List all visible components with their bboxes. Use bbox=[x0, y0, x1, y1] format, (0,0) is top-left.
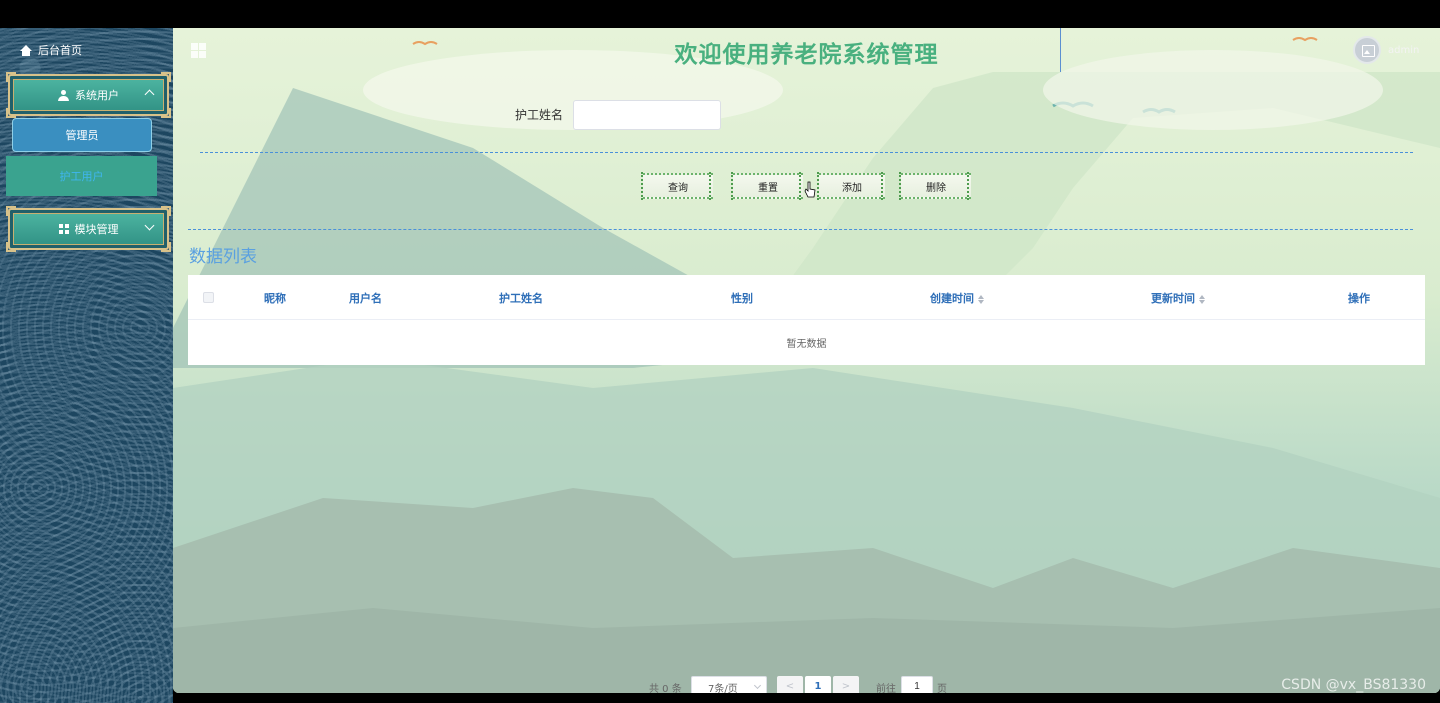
pointer-cursor-icon bbox=[804, 181, 816, 198]
header: 欢迎使用养老院系统管理 admin bbox=[173, 28, 1440, 72]
goto-page-input[interactable] bbox=[901, 676, 933, 693]
sidebar-menu-label: 模块管理 bbox=[74, 223, 119, 236]
username[interactable]: admin bbox=[1388, 45, 1419, 56]
page-size-value: 7条/页 bbox=[708, 684, 738, 693]
sidebar: 后台首页 系统用户 管理员 护工用户 模块管理 bbox=[0, 28, 173, 703]
current-page-number[interactable]: 1 bbox=[805, 676, 831, 693]
column-header-label: 创建时间 bbox=[930, 292, 974, 305]
page-unit-label: 页 bbox=[937, 684, 947, 693]
select-all-checkbox[interactable] bbox=[203, 292, 214, 303]
column-header-nickname: 昵称 bbox=[264, 292, 286, 305]
grid-icon bbox=[58, 224, 69, 234]
search-label: 护工姓名 bbox=[515, 108, 564, 122]
sidebar-item-admin[interactable]: 管理员 bbox=[12, 118, 152, 152]
sidebar-menu-module-management[interactable]: 模块管理 bbox=[6, 206, 171, 252]
column-header-label: 更新时间 bbox=[1151, 292, 1195, 305]
delete-button[interactable]: 删除 bbox=[899, 172, 971, 200]
column-header-nurse-name: 护工姓名 bbox=[499, 292, 543, 305]
sidebar-home-link[interactable]: 后台首页 bbox=[20, 42, 82, 58]
section-title: 数据列表 bbox=[189, 247, 257, 267]
next-page-button[interactable]: > bbox=[833, 676, 859, 693]
reset-button[interactable]: 重置 bbox=[731, 172, 803, 200]
sidebar-menu-label: 系统用户 bbox=[75, 89, 119, 102]
home-icon bbox=[20, 44, 32, 56]
sidebar-item-nurse-users[interactable]: 护工用户 bbox=[6, 156, 157, 196]
sidebar-item-label: 管理员 bbox=[65, 129, 99, 142]
data-table: 昵称 用户名 护工姓名 性别 创建时间 更新时间 操作 暂无数据 bbox=[188, 275, 1425, 365]
sort-icon bbox=[1199, 294, 1205, 304]
nurse-name-search-input[interactable] bbox=[573, 100, 721, 130]
total-count: 共 0 条 bbox=[649, 684, 682, 693]
prev-page-button[interactable]: < bbox=[777, 676, 803, 693]
divider bbox=[200, 152, 1413, 153]
chevron-down-icon bbox=[144, 220, 155, 231]
divider bbox=[188, 229, 1413, 230]
column-header-username: 用户名 bbox=[349, 292, 382, 305]
header-divider bbox=[1060, 28, 1061, 72]
goto-label: 前往 bbox=[876, 684, 896, 693]
empty-state-text: 暂无数据 bbox=[786, 339, 827, 350]
sidebar-home-label: 后台首页 bbox=[38, 44, 82, 57]
avatar[interactable] bbox=[1353, 36, 1381, 64]
watermark: CSDN @vx_BS81330 bbox=[1281, 677, 1426, 693]
top-black-bar bbox=[0, 0, 1440, 28]
main-content: 欢迎使用养老院系统管理 admin 护工姓名 查询 重置 添加 删除 数据列表 … bbox=[173, 28, 1440, 693]
table-header: 昵称 用户名 护工姓名 性别 创建时间 更新时间 操作 bbox=[188, 275, 1425, 320]
pagination: 共 0 条 7条/页 < 1 > 前往 页 bbox=[173, 676, 1440, 693]
add-button[interactable]: 添加 bbox=[817, 172, 885, 200]
user-icon bbox=[58, 89, 69, 101]
app-title: 欢迎使用养老院系统管理 bbox=[674, 42, 939, 68]
column-header-actions: 操作 bbox=[1348, 292, 1370, 305]
page-size-select[interactable]: 7条/页 bbox=[691, 676, 767, 693]
sidebar-item-label: 护工用户 bbox=[59, 170, 104, 183]
column-header-gender: 性别 bbox=[731, 292, 753, 305]
chevron-down-icon bbox=[753, 681, 762, 690]
query-button[interactable]: 查询 bbox=[641, 172, 713, 200]
sort-icon bbox=[978, 294, 984, 304]
column-header-updated-time[interactable]: 更新时间 bbox=[1151, 290, 1205, 306]
sidebar-menu-system-users[interactable]: 系统用户 bbox=[6, 72, 171, 118]
chevron-up-icon bbox=[144, 89, 155, 100]
column-header-created-time[interactable]: 创建时间 bbox=[930, 290, 984, 306]
